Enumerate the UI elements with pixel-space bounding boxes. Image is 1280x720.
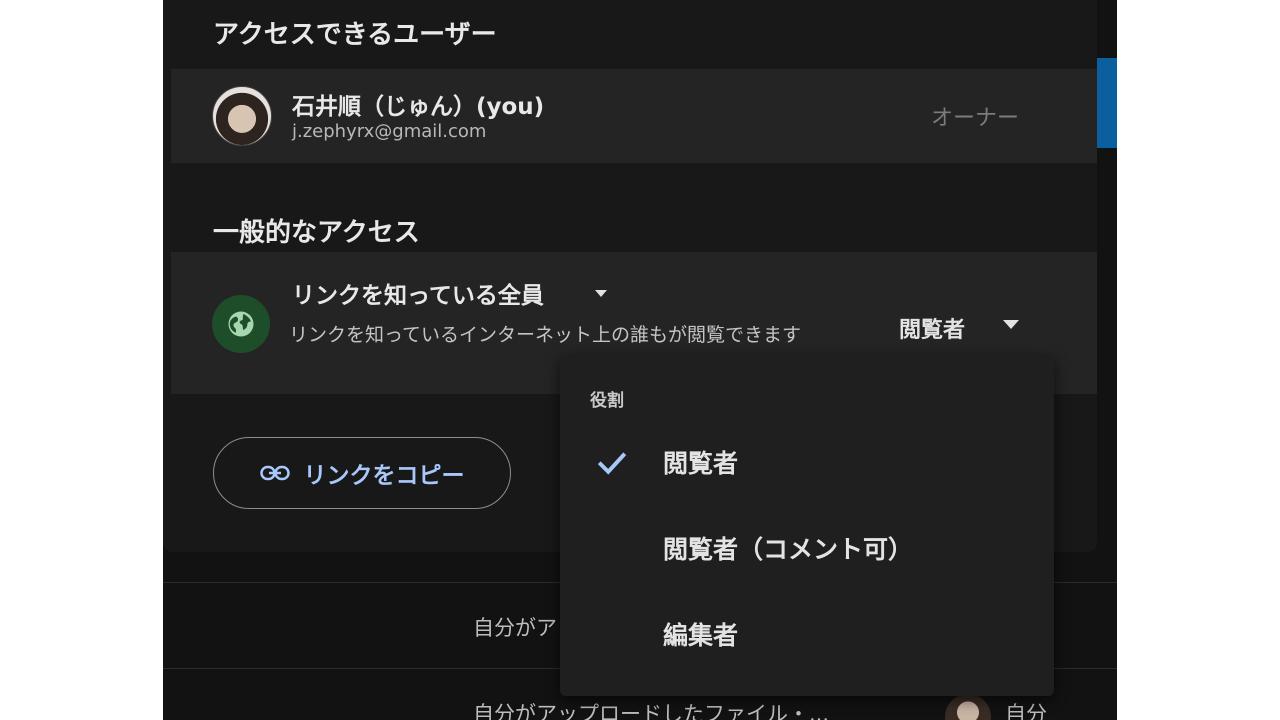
copy-link-button[interactable]: リンクをコピー — [213, 437, 511, 509]
role-option-label: 閲覧者 — [663, 449, 739, 478]
avatar — [212, 86, 272, 146]
role-option-label: 編集者 — [663, 621, 739, 650]
background-file-row-text[interactable]: 自分がアップロードしたファイル・... — [473, 698, 829, 720]
owner-role-label: オーナー — [931, 106, 1020, 131]
check-icon — [597, 452, 627, 475]
chevron-down-icon[interactable] — [1003, 320, 1019, 329]
role-menu-header: 役割 — [590, 391, 624, 411]
role-option-editor[interactable]: 編集者 — [560, 592, 1054, 678]
owner-row: 石井順（じゅん）(you) j.zephyrx@gmail.com オーナー — [171, 69, 1097, 163]
role-option-commenter[interactable]: 閲覧者（コメント可） — [560, 506, 1054, 592]
background-file-row-text[interactable]: 自分がア — [473, 612, 557, 642]
link-role-dropdown[interactable]: 閲覧者 — [899, 312, 965, 344]
general-access-title: 一般的なアクセス — [213, 218, 420, 248]
link-scope-description: リンクを知っているインターネット上の誰もが閲覧できます — [289, 324, 802, 346]
drive-window: 自分がア 自分がアップロードしたファイル・... 自分 アクセスできるユーザー … — [163, 0, 1117, 720]
role-option-viewer[interactable]: 閲覧者 — [560, 420, 1054, 506]
globe-icon — [212, 295, 270, 353]
copy-link-label: リンクをコピー — [303, 463, 465, 489]
link-scope-dropdown[interactable]: リンクを知っている全員 — [292, 276, 544, 310]
owner-name: 石井順（じゅん）(you) — [292, 94, 545, 120]
role-option-label: 閲覧者（コメント可） — [663, 535, 914, 564]
role-menu: 役割 閲覧者 閲覧者（コメント可） 編集者 — [560, 356, 1054, 696]
link-icon — [259, 465, 290, 481]
people-with-access-title: アクセスできるユーザー — [213, 20, 497, 50]
background-owner-label: 自分 — [1005, 702, 1047, 720]
owner-email: j.zephyrx@gmail.com — [292, 121, 487, 142]
background-owner-avatar — [945, 694, 991, 720]
background-selection-highlight-right — [1097, 58, 1117, 148]
chevron-down-icon[interactable] — [595, 290, 607, 297]
